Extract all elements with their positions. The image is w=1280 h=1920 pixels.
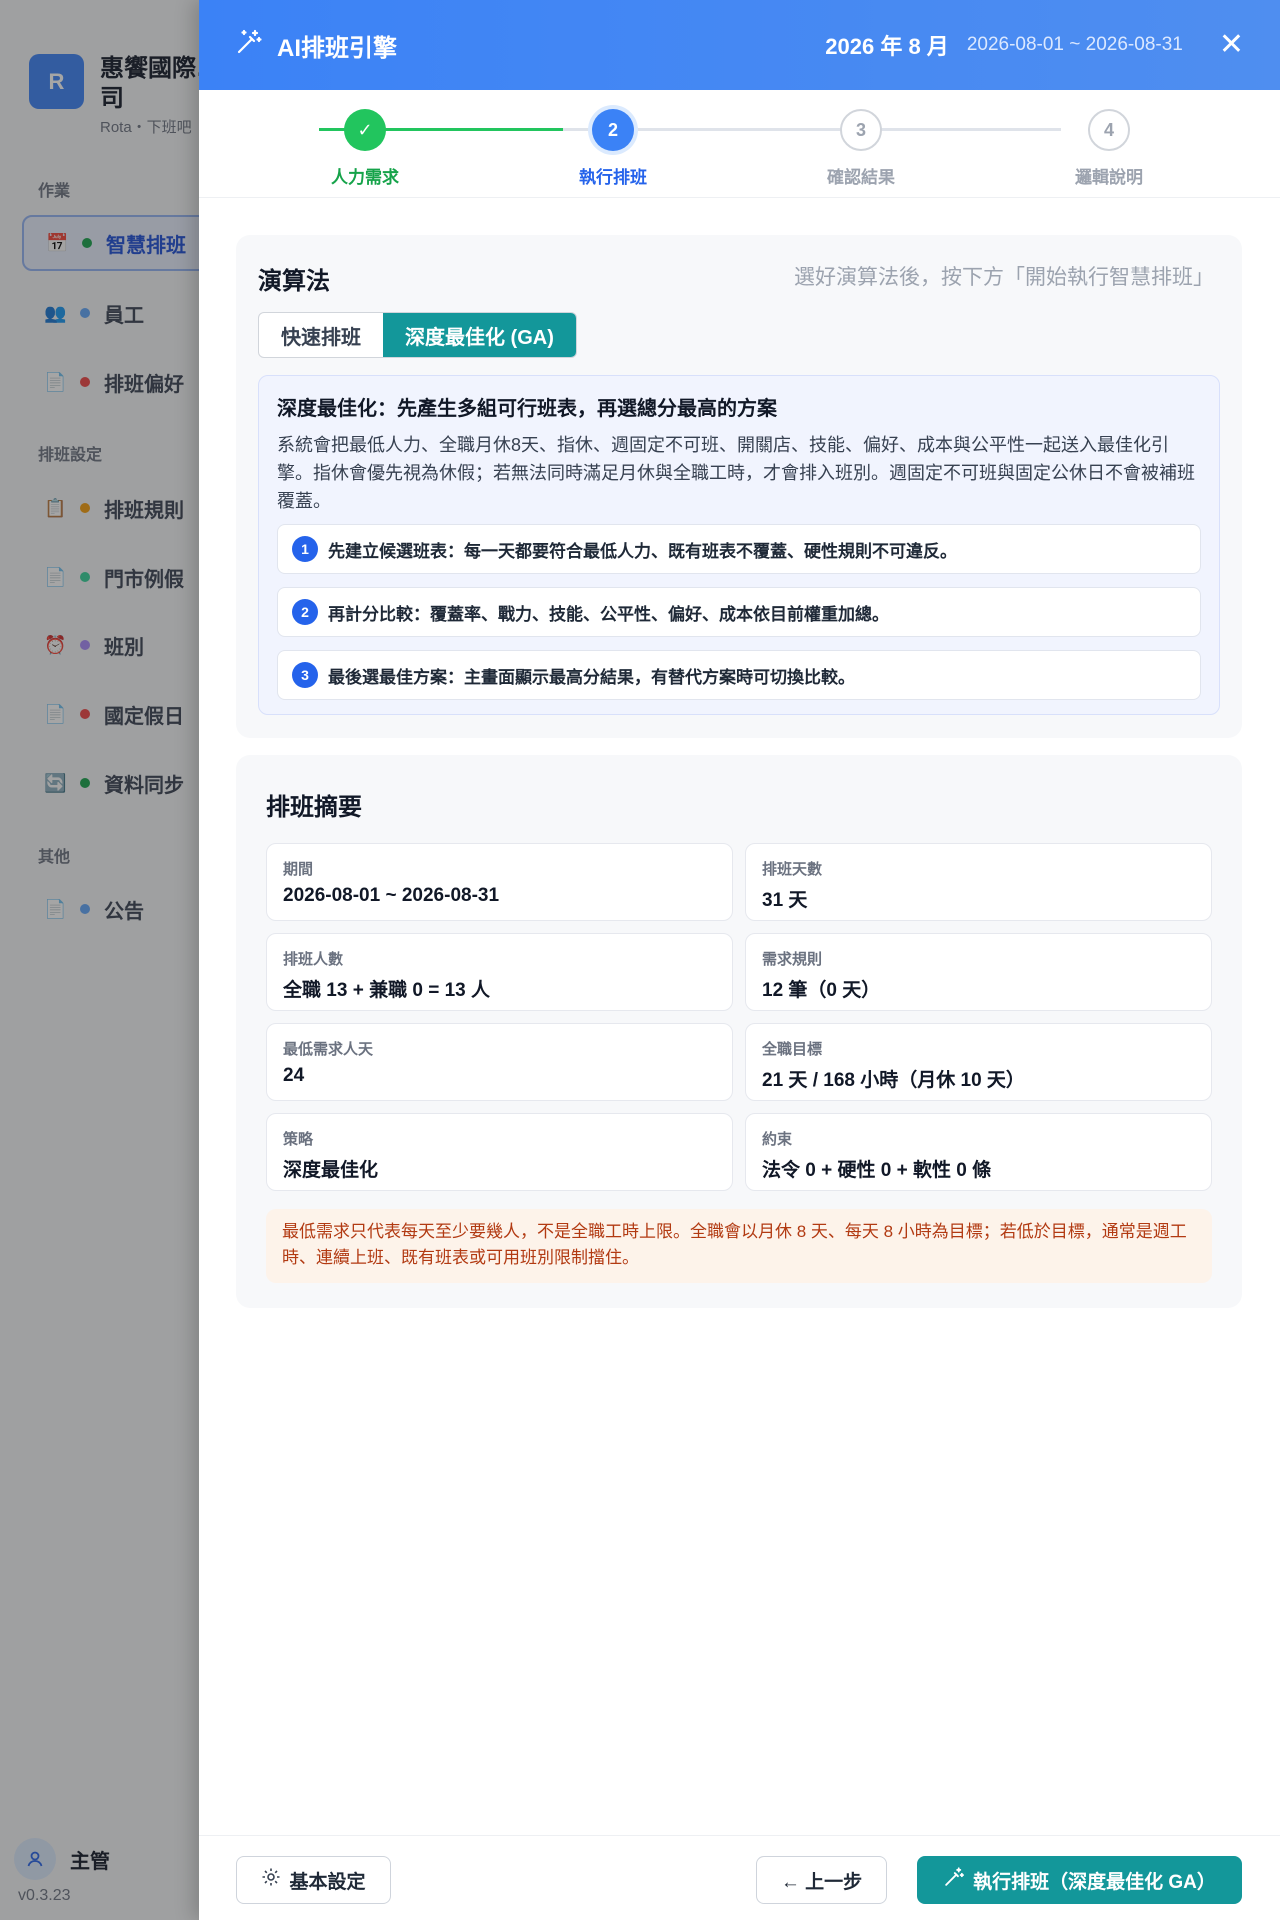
summary-value: 法令 0 + 硬性 0 + 軟性 0 條 [762,1160,992,1181]
check-icon: ✓ [344,109,386,151]
step-number: 2 [592,109,634,151]
step-logic[interactable]: 4 邏輯說明 [1039,109,1179,188]
algorithm-step: 1 先建立候選班表：每一天都要符合最低人力、既有班表不覆蓋、硬性規則不可違反。 [277,524,1201,574]
summary-period: 期間 2026-08-01 ~ 2026-08-31 [266,843,733,921]
summary-label: 排班人數 [283,951,344,968]
summary-label: 排班天數 [762,861,823,878]
ai-schedule-modal: AI排班引擎 2026 年 8 月 2026-08-01 ~ 2026-08-3… [199,0,1280,1920]
summary-card: 排班摘要 期間 2026-08-01 ~ 2026-08-31 排班天數 31 … [236,755,1242,1308]
algorithm-title: 演算法 [258,268,330,295]
summary-fulltime-target: 全職目標 21 天 / 168 小時（月休 10 天） [745,1023,1212,1101]
step-number: 3 [840,109,882,151]
algorithm-step-text: 先建立候選班表：每一天都要符合最低人力、既有班表不覆蓋、硬性規則不可違反。 [328,541,957,561]
modal-header: AI排班引擎 2026 年 8 月 2026-08-01 ~ 2026-08-3… [199,0,1280,90]
algorithm-selector: 快速排班 深度最佳化 (GA) [258,312,577,358]
summary-label: 策略 [283,1131,314,1148]
magic-wand-icon [943,1866,965,1894]
summary-value: 2026-08-01 ~ 2026-08-31 [283,885,500,906]
algorithm-step-text: 再計分比較：覆蓋率、戰力、技能、公平性、偏好、成本依目前權重加總。 [328,604,889,624]
summary-label: 需求規則 [762,951,823,968]
step-number-badge: 1 [292,536,318,562]
summary-label: 最低需求人天 [283,1041,374,1058]
summary-min-demand: 最低需求人天 24 [266,1023,733,1101]
summary-value: 全職 13 + 兼職 0 = 13 人 [283,980,490,1001]
option-fast-schedule[interactable]: 快速排班 [259,313,383,357]
algorithm-step: 3 最後選最佳方案：主畫面顯示最高分結果，有替代方案時可切換比較。 [277,650,1201,700]
modal-title: AI排班引擎 [277,34,397,62]
close-icon[interactable]: ✕ [1219,30,1244,60]
step-demand[interactable]: ✓ 人力需求 [295,109,435,188]
step-label: 邏輯說明 [1075,168,1143,187]
algorithm-step-text: 最後選最佳方案：主畫面顯示最高分結果，有替代方案時可切換比較。 [328,667,855,687]
summary-strategy: 策略 深度最佳化 [266,1113,733,1191]
gear-icon [261,1867,281,1893]
summary-staff-count: 排班人數 全職 13 + 兼職 0 = 13 人 [266,933,733,1011]
summary-label: 全職目標 [762,1041,823,1058]
summary-label: 約束 [762,1131,793,1148]
summary-days: 排班天數 31 天 [745,843,1212,921]
summary-demand-rules: 需求規則 12 筆（0 天） [745,933,1212,1011]
summary-value: 12 筆（0 天） [762,980,881,1001]
header-period: 2026 年 8 月 [825,34,949,59]
back-label: ← 上一步 [780,1871,863,1893]
summary-note: 最低需求只代表每天至少要幾人，不是全職工時上限。全職會以月休 8 天、每天 8 … [266,1209,1212,1283]
algorithm-detail-desc: 系統會把最低人力、全職月休8天、指休、週固定不可班、開關店、技能、偏好、成本與公… [277,435,1195,511]
magic-wand-icon [235,28,263,63]
summary-constraints: 約束 法令 0 + 硬性 0 + 軟性 0 條 [745,1113,1212,1191]
summary-value: 24 [283,1065,305,1086]
step-label: 確認結果 [827,168,895,187]
basic-settings-label: 基本設定 [289,1871,366,1893]
summary-label: 期間 [283,861,314,878]
step-number: 4 [1088,109,1130,151]
back-button[interactable]: ← 上一步 [756,1856,887,1904]
step-number-badge: 2 [292,599,318,625]
modal-footer: 基本設定 ← 上一步 執行排班（深度最佳化 GA） [199,1835,1280,1920]
run-schedule-button[interactable]: 執行排班（深度最佳化 GA） [917,1856,1242,1904]
option-deep-optimize[interactable]: 深度最佳化 (GA) [383,313,576,357]
basic-settings-button[interactable]: 基本設定 [236,1856,391,1904]
step-label: 執行排班 [579,168,647,187]
algorithm-step: 2 再計分比較：覆蓋率、戰力、技能、公平性、偏好、成本依目前權重加總。 [277,587,1201,637]
algorithm-detail: 深度最佳化：先產生多組可行班表，再選總分最高的方案 系統會把最低人力、全職月休8… [258,375,1220,715]
summary-value: 深度最佳化 [283,1160,379,1181]
stepper: ✓ 人力需求 2 執行排班 3 確認結果 4 邏輯說明 [199,90,1280,198]
algorithm-detail-title: 深度最佳化：先產生多組可行班表，再選總分最高的方案 [277,398,777,420]
summary-value: 31 天 [762,890,808,911]
step-label: 人力需求 [331,168,399,187]
step-run[interactable]: 2 執行排班 [543,109,683,188]
run-schedule-label: 執行排班（深度最佳化 GA） [973,1871,1216,1893]
algorithm-hint: 選好演算法後，按下方「開始執行智慧排班」 [794,266,1214,289]
header-date-range: 2026-08-01 ~ 2026-08-31 [966,34,1183,55]
summary-title: 排班摘要 [266,794,362,821]
step-number-badge: 3 [292,662,318,688]
summary-value: 21 天 / 168 小時（月休 10 天） [762,1070,1025,1091]
algorithm-card: 演算法 選好演算法後，按下方「開始執行智慧排班」 快速排班 深度最佳化 (GA)… [236,235,1242,738]
step-confirm[interactable]: 3 確認結果 [791,109,931,188]
